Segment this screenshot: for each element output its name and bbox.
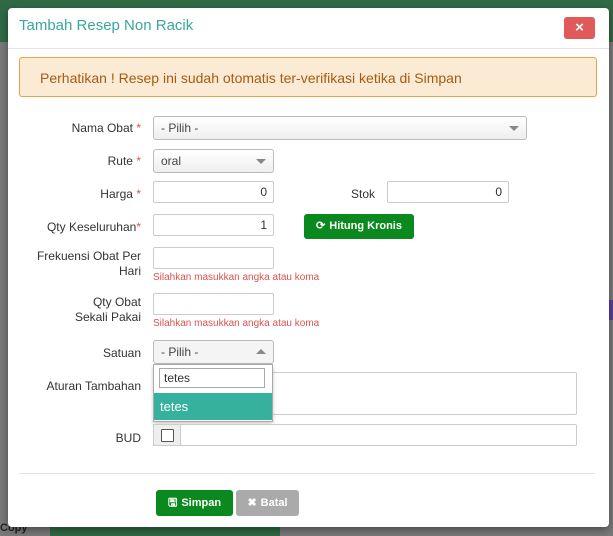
nama-obat-value: - Pilih -	[161, 121, 199, 135]
frekuensi-label: Frekuensi Obat Per Hari	[36, 249, 141, 278]
background-bottom-bar	[50, 527, 280, 536]
verification-alert: Perhatikan ! Resep ini sudah otomatis te…	[19, 57, 597, 97]
stok-label: Stok	[350, 187, 375, 201]
frekuensi-input[interactable]	[153, 247, 274, 269]
hitung-kronis-button[interactable]: ⟳ Hitung Kronis	[304, 214, 414, 239]
batal-button[interactable]: ✖ Batal	[236, 490, 299, 516]
qty-keseluruhan-input[interactable]: 1	[153, 214, 274, 236]
nama-obat-label: Nama Obat *	[71, 121, 141, 135]
rute-value: oral	[161, 154, 182, 168]
rute-select[interactable]: oral	[153, 149, 274, 173]
chevron-down-icon	[256, 159, 266, 164]
qty-sekali-label: Qty Obat Sekali Pakai	[74, 295, 141, 324]
aturan-tambahan-label: Aturan Tambahan	[46, 379, 141, 393]
qty-sekali-hint: Silahkan masukkan angka atau koma	[153, 318, 320, 329]
chevron-up-icon	[256, 349, 266, 354]
refresh-icon: ⟳	[316, 220, 326, 232]
chevron-down-icon	[509, 126, 519, 131]
frekuensi-hint: Silahkan masukkan angka atau koma	[153, 272, 320, 283]
header-divider	[8, 48, 609, 49]
add-prescription-modal: Tambah Resep Non Racik × Perhatikan ! Re…	[8, 8, 609, 527]
satuan-label: Satuan	[102, 346, 141, 360]
stok-input[interactable]: 0	[387, 181, 509, 203]
harga-label: Harga *	[100, 187, 141, 201]
bud-label: BUD	[115, 431, 141, 445]
save-icon: 🖫	[167, 497, 178, 509]
satuan-dropdown: tetes tetes	[153, 364, 273, 422]
satuan-search-input[interactable]: tetes	[159, 368, 265, 388]
bud-checkbox[interactable]	[161, 429, 174, 442]
footer-divider	[19, 473, 595, 474]
qty-sekali-input[interactable]	[153, 293, 274, 315]
aturan-tambahan-textarea[interactable]	[272, 372, 577, 415]
simpan-button[interactable]: 🖫 Simpan	[156, 490, 233, 516]
close-button[interactable]: ×	[564, 17, 595, 39]
rute-label: Rute *	[107, 154, 141, 168]
satuan-value: - Pilih -	[161, 345, 199, 359]
satuan-option[interactable]: tetes	[154, 393, 272, 420]
satuan-select[interactable]: - Pilih -	[153, 340, 274, 364]
close-icon: ✖	[247, 497, 257, 509]
nama-obat-select[interactable]: - Pilih -	[153, 116, 527, 140]
modal-title: Tambah Resep Non Racik	[19, 17, 194, 34]
harga-input[interactable]: 0	[153, 181, 274, 203]
bud-input[interactable]	[180, 424, 577, 446]
bud-checkbox-addon	[153, 424, 181, 446]
background-right-strip	[609, 300, 613, 320]
qty-keseluruhan-label: Qty Keseluruhan*	[46, 220, 141, 234]
